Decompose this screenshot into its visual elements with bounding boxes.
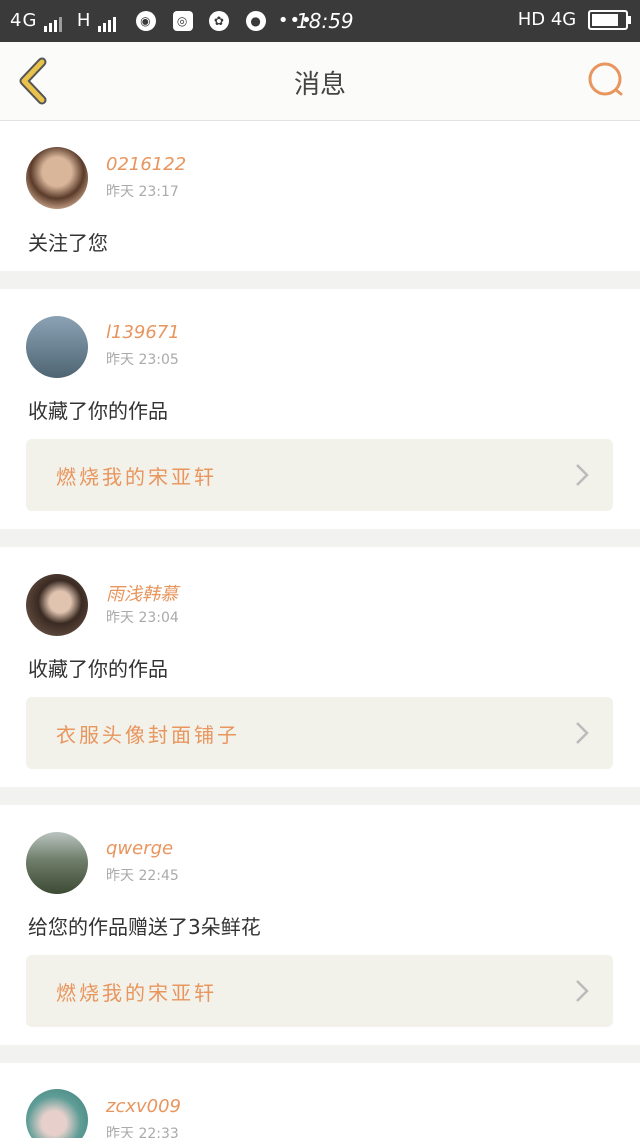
signal-icon-2: [98, 11, 118, 32]
avatar[interactable]: [26, 316, 88, 378]
avatar[interactable]: [26, 574, 88, 636]
status-time: 18:59: [296, 9, 354, 33]
battery-icon: [588, 10, 631, 30]
chevron-right-icon: [576, 722, 589, 744]
avatar[interactable]: [26, 147, 88, 209]
network-4g-label: 4G: [10, 10, 38, 31]
message-item[interactable]: qwerge 昨天 22:45 给您的作品赠送了3朵鲜花 燃烧我的宋亚轩: [0, 805, 640, 1045]
network-right-label: 4G: [550, 9, 577, 30]
message-item[interactable]: 雨浅韩慕 昨天 23:04 收藏了你的作品 衣服头像封面铺子: [0, 547, 640, 787]
message-time: 昨天 23:05: [106, 352, 179, 368]
avatar[interactable]: [26, 832, 88, 894]
hd-label: HD: [517, 9, 546, 30]
weibo-icon: ◉: [135, 11, 156, 31]
search-button[interactable]: [586, 60, 626, 100]
message-text: 收藏了你的作品: [28, 399, 168, 423]
signal-icon: [44, 11, 64, 32]
work-link[interactable]: 燃烧我的宋亚轩: [26, 955, 613, 1027]
status-left: 4G H ◉ ◎ ✿ ● •••: [10, 10, 313, 32]
username[interactable]: zcxv009: [106, 1096, 181, 1117]
message-text: 收藏了你的作品: [28, 657, 168, 681]
message-text: 关注了您: [28, 231, 108, 255]
network-h-label: H: [76, 10, 92, 31]
palette-icon: ✿: [209, 11, 230, 31]
chevron-right-icon: [576, 464, 589, 486]
username[interactable]: 0216122: [106, 154, 186, 175]
work-title: 衣服头像封面铺子: [56, 723, 240, 747]
status-right: HD 4G: [517, 9, 631, 30]
message-time: 昨天 23:17: [106, 184, 179, 200]
work-title: 燃烧我的宋亚轩: [56, 981, 217, 1005]
message-time: 昨天 23:04: [106, 610, 179, 626]
status-bar: 4G H ◉ ◎ ✿ ● ••• 18:59 HD 4G: [0, 0, 640, 42]
message-text: 给您的作品赠送了3朵鲜花: [28, 915, 261, 939]
page-title: 消息: [293, 70, 346, 100]
message-item[interactable]: 0216122 昨天 23:17 关注了您: [0, 121, 640, 271]
message-item[interactable]: l139671 昨天 23:05 收藏了你的作品 燃烧我的宋亚轩: [0, 289, 640, 529]
username[interactable]: 雨浅韩慕: [106, 580, 178, 606]
search-icon: [588, 62, 623, 96]
work-link[interactable]: 燃烧我的宋亚轩: [26, 439, 613, 511]
chevron-right-icon: [576, 980, 589, 1002]
username[interactable]: l139671: [106, 322, 180, 343]
username[interactable]: qwerge: [106, 838, 173, 859]
app-icon: ◎: [172, 11, 193, 31]
avatar[interactable]: [26, 1089, 88, 1138]
work-link[interactable]: 衣服头像封面铺子: [26, 697, 613, 769]
message-time: 昨天 22:33: [106, 1126, 179, 1138]
message-time: 昨天 22:45: [106, 868, 179, 884]
nav-bar: 消息: [0, 42, 640, 121]
chat-bubble-icon: ●: [246, 11, 267, 31]
message-item[interactable]: zcxv009 昨天 22:33: [0, 1063, 640, 1138]
work-title: 燃烧我的宋亚轩: [56, 465, 217, 489]
